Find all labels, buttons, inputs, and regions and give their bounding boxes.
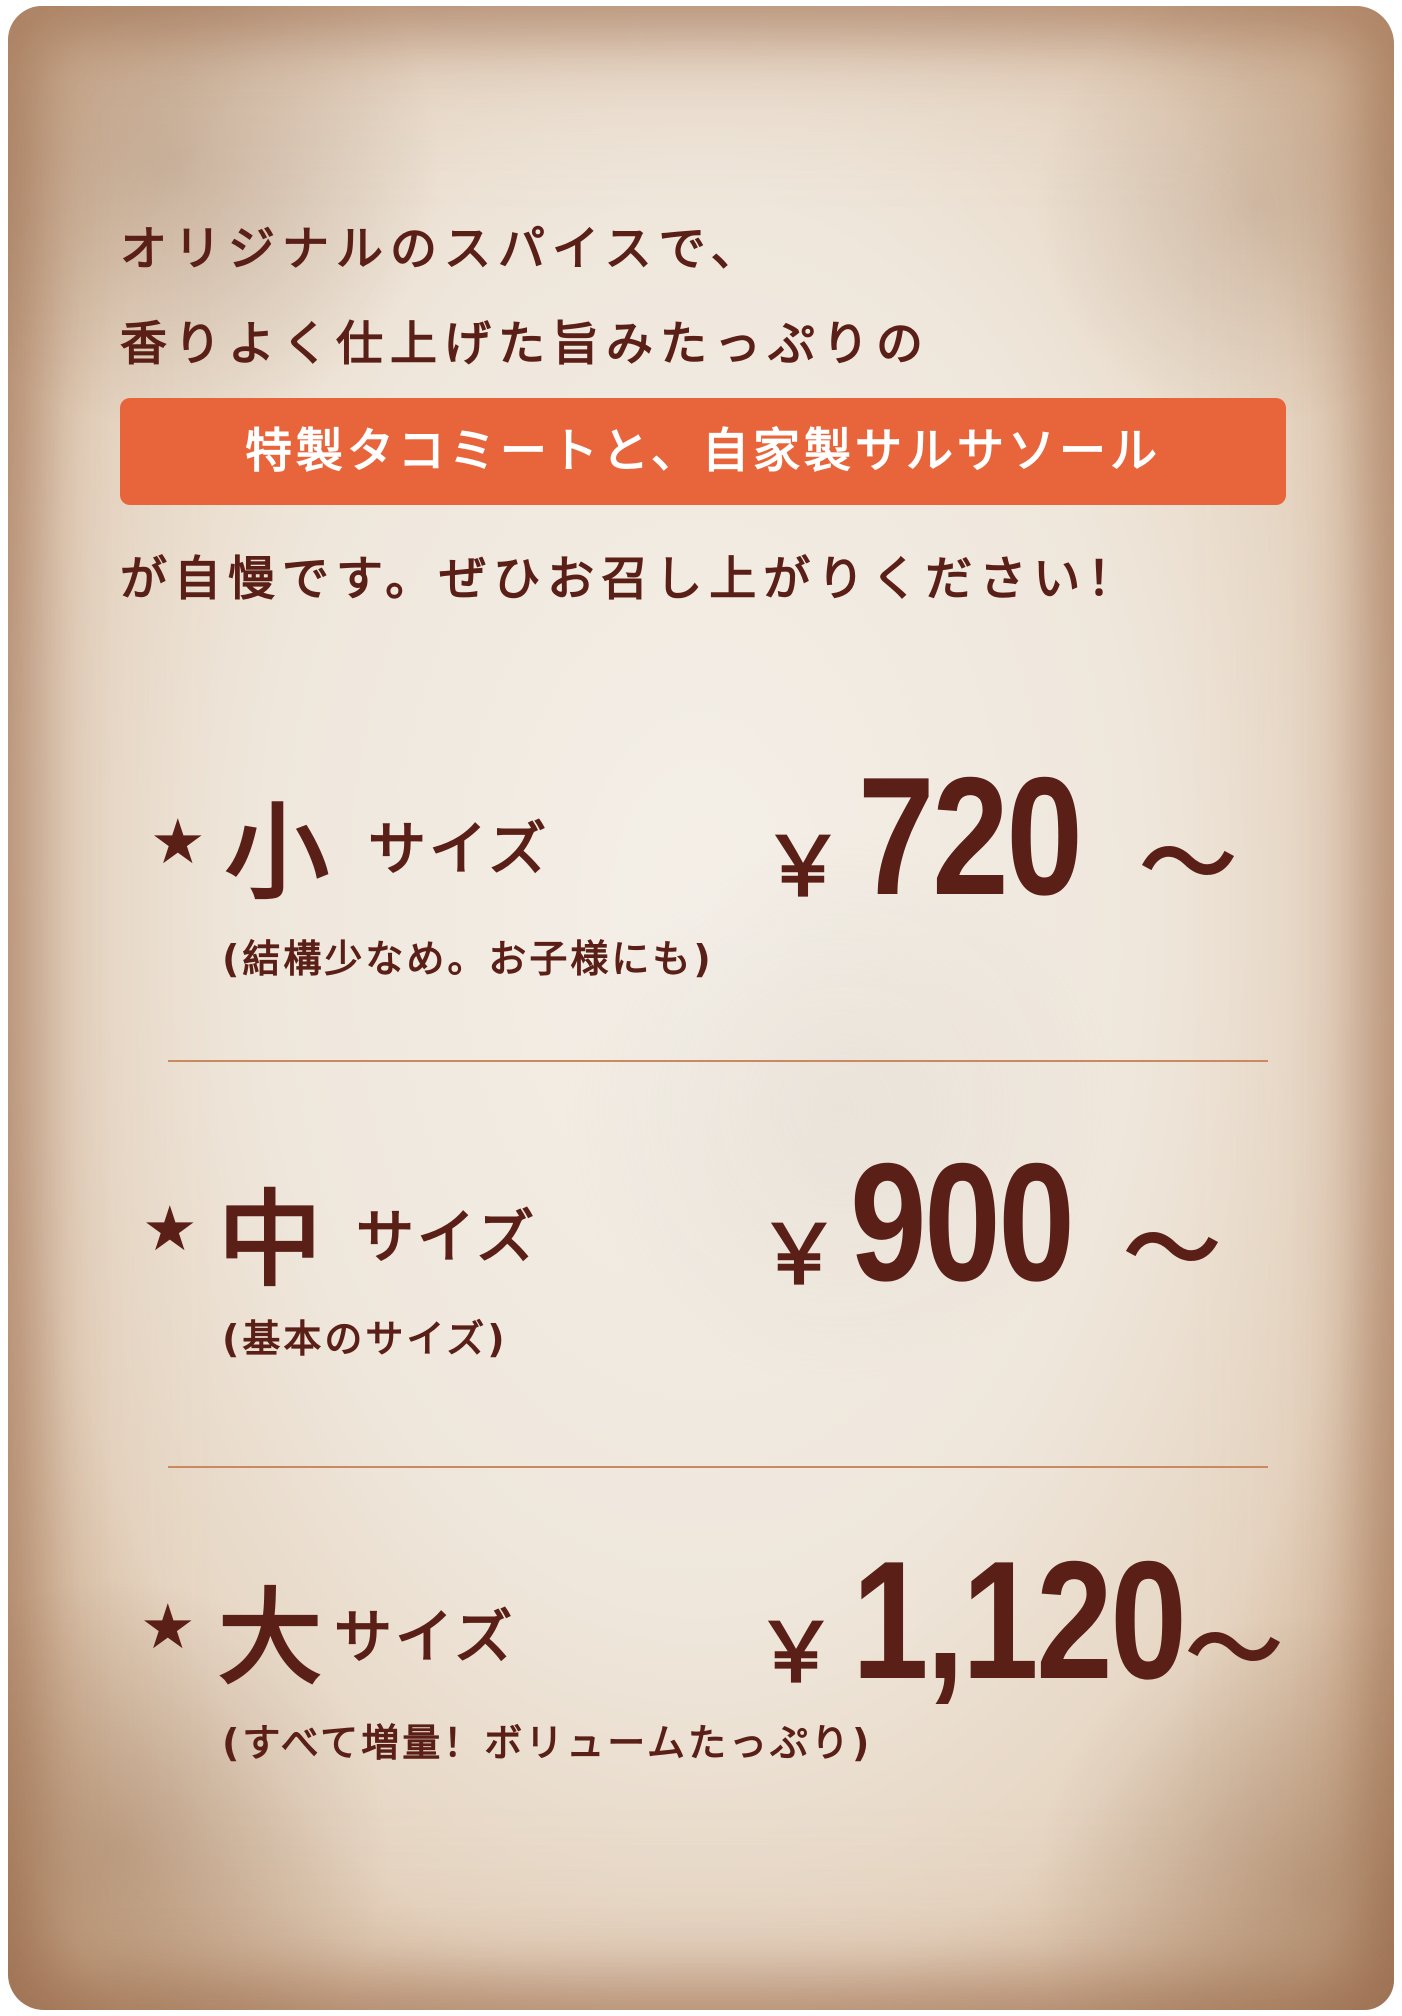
yen-symbol: ￥ bbox=[758, 1208, 841, 1303]
divider bbox=[168, 1060, 1268, 1062]
size-suffix-large: サイズ bbox=[334, 1603, 516, 1671]
size-suffix-medium: サイズ bbox=[356, 1203, 538, 1271]
intro-line-3: が自慢です。ぜひお召し上がりください！ bbox=[120, 552, 1142, 607]
size-kanji-large: 大 bbox=[218, 1577, 323, 1699]
tilde-mark: ～ bbox=[1140, 808, 1236, 920]
size-note-large: (すべて増量！ボリュームたっぷり) bbox=[222, 1721, 873, 1765]
intro-line-2: 香りよく仕上げた旨みたっぷりの bbox=[120, 317, 930, 372]
price-small: 720 bbox=[858, 742, 1083, 930]
size-note-medium: (基本のサイズ) bbox=[222, 1317, 508, 1361]
intro-line-1: オリジナルのスパイスで、 bbox=[120, 222, 765, 277]
size-note-small: (結構少なめ。お子様にも) bbox=[222, 937, 714, 981]
divider bbox=[168, 1466, 1268, 1468]
tilde-mark: ～ bbox=[1186, 1594, 1282, 1706]
star-icon: ★ bbox=[142, 1192, 198, 1265]
size-kanji-small: 小 bbox=[225, 792, 330, 914]
star-icon: ★ bbox=[150, 805, 206, 878]
tilde-mark: ～ bbox=[1124, 1194, 1220, 1306]
price-large: 1,120 bbox=[852, 1526, 1187, 1714]
size-suffix-small: サイズ bbox=[368, 815, 550, 883]
size-kanji-medium: 中 bbox=[218, 1179, 323, 1301]
yen-symbol: ￥ bbox=[755, 1606, 838, 1701]
price-medium: 900 bbox=[850, 1128, 1075, 1316]
yen-symbol: ￥ bbox=[762, 820, 845, 915]
highlight-banner: 特製タコミートと、自家製サルサソール bbox=[120, 398, 1286, 505]
star-icon: ★ bbox=[140, 1590, 196, 1663]
